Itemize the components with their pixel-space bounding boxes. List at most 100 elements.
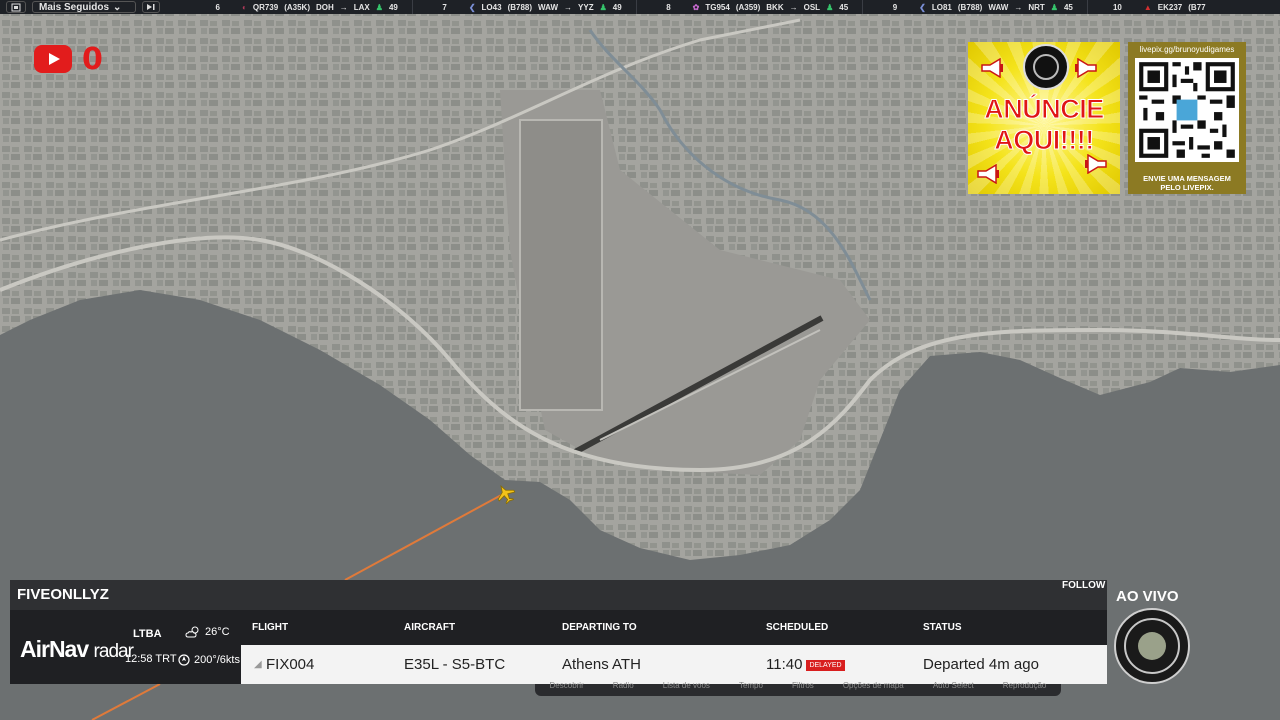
flight-row[interactable]: ◢ FIX004 E35L - S5-BTC Athens ATH 11:40 D… bbox=[241, 645, 1107, 684]
airline-logo-icon: ▲ bbox=[1143, 2, 1152, 12]
ticker-rank: 7 bbox=[442, 2, 447, 12]
ticker-rank: 9 bbox=[892, 2, 898, 12]
ticker-flight: LO81 bbox=[931, 2, 952, 12]
airline-logo-icon: ◐ bbox=[242, 2, 247, 12]
ticker-to: LAX bbox=[353, 2, 370, 12]
ad-banner: ANÚNCIE AQUI!!!! bbox=[968, 42, 1120, 194]
arrow-right-icon: → bbox=[564, 2, 573, 12]
toolbar-filters[interactable]: Filtros bbox=[792, 681, 814, 690]
ticker-aircraft: (B788) bbox=[957, 2, 983, 12]
chevron-down-icon: ⌄ bbox=[113, 1, 122, 13]
airnav-radar-logo: AirNav radar bbox=[20, 636, 134, 663]
megaphone-icon bbox=[1075, 58, 1097, 78]
ticker-item[interactable]: 8 ✿ TG954 (A359) BKK → OSL ♟ 45 bbox=[651, 2, 849, 12]
runway-north-south bbox=[519, 119, 603, 411]
col-header-flight: FLIGHT bbox=[252, 622, 289, 633]
qr-code[interactable] bbox=[1135, 58, 1239, 162]
ticker-followers: 49 bbox=[612, 2, 622, 12]
toolbar-flight-list[interactable]: Lista de voos bbox=[663, 681, 710, 690]
wind-direction-icon bbox=[178, 654, 190, 666]
destination: Athens ATH bbox=[562, 656, 641, 673]
weather-readout: 26°C bbox=[185, 626, 230, 638]
channel-emblem-icon bbox=[1023, 44, 1069, 90]
ticker-from: DOH bbox=[315, 2, 334, 12]
flight-number: FIX004 bbox=[266, 656, 315, 673]
airline-logo-icon: ❮ bbox=[919, 2, 926, 12]
ticker-flight: LO43 bbox=[481, 2, 502, 12]
toolbar-auto-select[interactable]: Auto Select bbox=[933, 681, 974, 690]
local-time: 12:58 TRT bbox=[125, 653, 177, 665]
airline-logo-icon: ❮ bbox=[468, 2, 476, 12]
followers-icon: ♟ bbox=[599, 2, 607, 12]
ticker-flight: TG954 bbox=[705, 2, 730, 12]
ticker-list: 6 ◐ QR739 (A35K) DOH → LAX ♟ 49 7 ❮ LO43… bbox=[200, 0, 1206, 14]
signal-icon: ◢ bbox=[254, 659, 262, 670]
toolbar-weather[interactable]: Tempo bbox=[739, 681, 763, 690]
col-header-status: STATUS bbox=[923, 622, 962, 633]
ad-headline: ANÚNCIE AQUI!!!! bbox=[968, 94, 1120, 156]
ticker-item[interactable]: 6 ◐ QR739 (A35K) DOH → LAX ♟ 49 bbox=[200, 3, 398, 12]
toolbar-playback[interactable]: Reprodução bbox=[1003, 681, 1047, 690]
cloud-sun-icon bbox=[185, 626, 199, 638]
ticker-aircraft: (A35K) bbox=[284, 2, 310, 12]
airline-logo-icon: ✿ bbox=[692, 2, 700, 12]
ticker-item[interactable]: 9 ❮ LO81 (B788) WAW → NRT ♟ 45 bbox=[877, 3, 1073, 12]
ticker-item[interactable]: 10 ▲ EK237 (B77 bbox=[1102, 3, 1206, 12]
ticker-rank: 8 bbox=[666, 2, 671, 12]
ticker-to: NRT bbox=[1028, 2, 1045, 12]
temperature: 26°C bbox=[205, 626, 230, 638]
wind-readout: 200°/6kts bbox=[178, 654, 240, 666]
app-menu-icon[interactable] bbox=[6, 1, 26, 13]
ad-line-1: ANÚNCIE bbox=[984, 94, 1105, 125]
arrow-right-icon: → bbox=[339, 2, 348, 12]
arrow-right-icon: → bbox=[789, 2, 798, 12]
ticker-aircraft: (B77 bbox=[1188, 2, 1206, 12]
channel-logo-icon bbox=[1114, 608, 1190, 684]
youtube-counter: 0 bbox=[34, 43, 103, 75]
ticker-from: BKK bbox=[766, 2, 784, 12]
flight-panel-header: FIVEONLLYZ bbox=[10, 580, 1107, 610]
megaphone-icon bbox=[1085, 154, 1107, 174]
toolbar-discover[interactable]: Descobrir bbox=[550, 681, 584, 690]
youtube-count: 0 bbox=[82, 42, 103, 77]
map-toolbar: Descobrir Radio Lista de voos Tempo Filt… bbox=[535, 681, 1061, 696]
toolbar-radio[interactable]: Radio bbox=[613, 681, 634, 690]
delayed-badge: DELAYED bbox=[806, 659, 845, 671]
ticker-followers: 49 bbox=[388, 2, 398, 12]
flight-status: Departed 4m ago bbox=[923, 656, 1039, 673]
followers-icon: ♟ bbox=[826, 2, 834, 12]
most-followed-dropdown[interactable]: Mais Seguidos ⌄ bbox=[32, 1, 136, 13]
followers-icon: ♟ bbox=[1050, 2, 1058, 12]
followers-icon: ♟ bbox=[375, 2, 383, 12]
ticker-flight: EK237 bbox=[1157, 2, 1183, 12]
youtube-icon bbox=[34, 45, 72, 73]
col-header-departing: DEPARTING TO bbox=[562, 622, 637, 633]
top-ticker-bar: Mais Seguidos ⌄ 6 ◐ QR739 (A35K) DOH → L… bbox=[0, 0, 1280, 14]
megaphone-icon bbox=[977, 164, 999, 184]
airport-code: LTBA bbox=[133, 628, 162, 640]
skip-icon[interactable] bbox=[142, 1, 160, 13]
aircraft-reg: E35L - S5-BTC bbox=[404, 656, 506, 673]
ticker-followers: 45 bbox=[1063, 2, 1073, 12]
scheduled-time-cell: 11:40 DELAYED bbox=[766, 656, 845, 673]
scheduled-time: 11:40 bbox=[766, 656, 803, 673]
brand-main: AirNav bbox=[20, 636, 89, 662]
col-header-aircraft: AIRCRAFT bbox=[404, 622, 456, 633]
ticker-to: OSL bbox=[803, 2, 821, 12]
follow-button[interactable]: FOLLOW bbox=[1062, 580, 1105, 591]
ticker-from: WAW bbox=[988, 2, 1009, 12]
ticker-from: WAW bbox=[538, 2, 559, 12]
arrow-right-icon: → bbox=[1014, 2, 1023, 12]
ticker-followers: 45 bbox=[839, 2, 849, 12]
livepix-message-line-2: PELO LIVEPIX. bbox=[1160, 183, 1214, 192]
ticker-to: YYZ bbox=[578, 2, 594, 12]
live-label: AO VIVO bbox=[1116, 588, 1179, 605]
toolbar-map-options[interactable]: Opções de mapa bbox=[843, 681, 904, 690]
most-followed-label: Mais Seguidos bbox=[39, 1, 110, 13]
ticker-item[interactable]: 7 ❮ LO43 (B788) WAW → YYZ ♟ 49 bbox=[427, 2, 622, 12]
flight-info-panel: AirNav radar LTBA 12:58 TRT 26°C 200°/6k… bbox=[10, 610, 1107, 684]
ticker-rank: 10 bbox=[1112, 2, 1122, 12]
livepix-message: ENVIE UMA MENSAGEM PELO LIVEPIX. bbox=[1128, 174, 1246, 192]
ticker-aircraft: (A359) bbox=[735, 2, 761, 12]
livepix-url: livepix.gg/brunoyudigames bbox=[1139, 45, 1235, 54]
